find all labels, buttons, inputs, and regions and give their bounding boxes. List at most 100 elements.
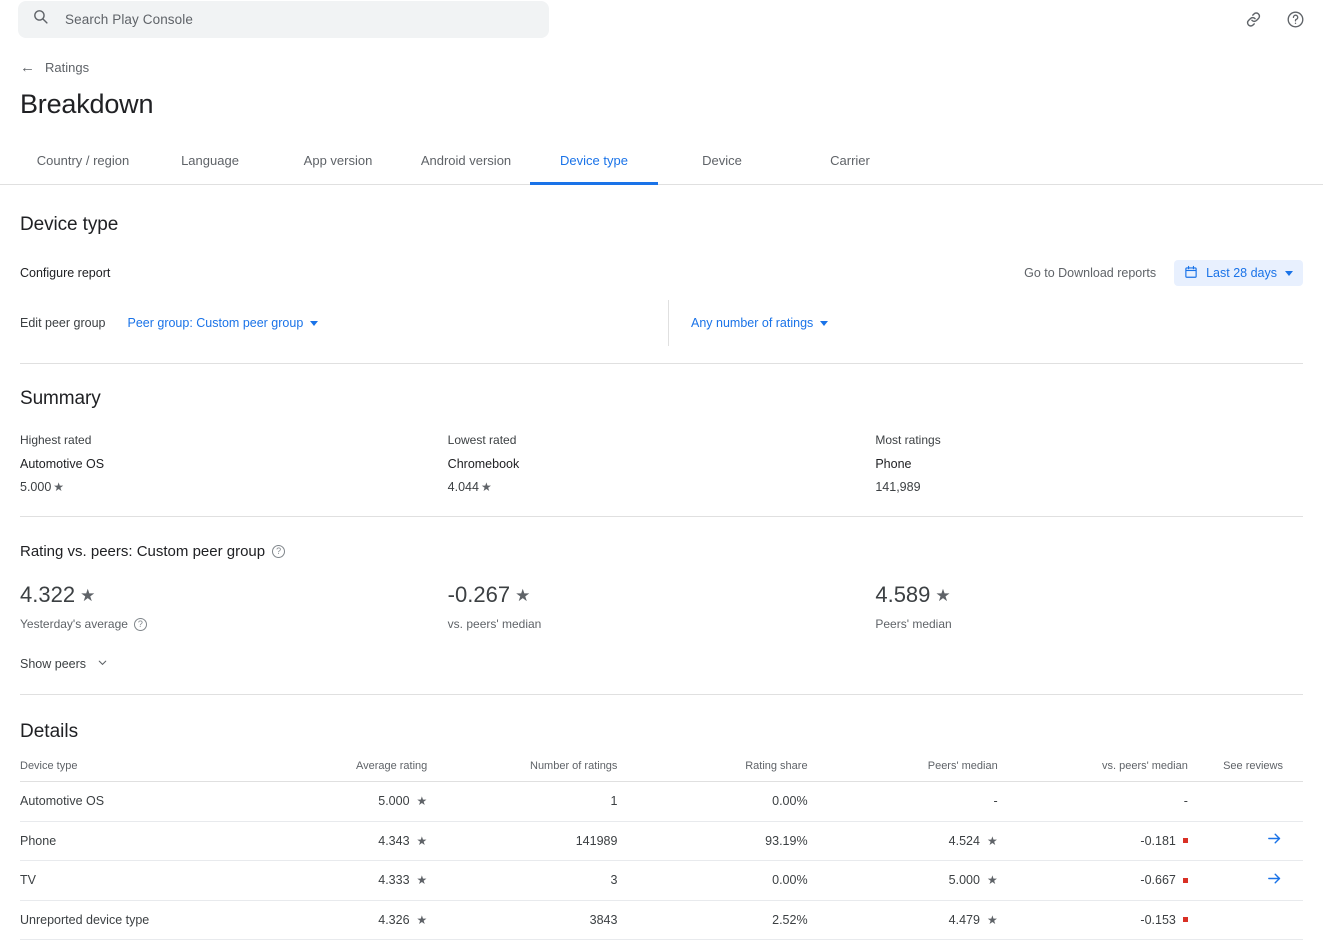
table-row[interactable]: Tablet4.303★64794.25%4.483★-0.179	[20, 940, 1303, 946]
breadcrumb-back-ratings[interactable]: ← Ratings	[20, 60, 89, 75]
star-icon: ★	[935, 587, 950, 604]
cell-rating-share: 0.00%	[617, 782, 807, 822]
cell-average-rating: 4.333★	[315, 861, 427, 901]
summary-value-name: Phone	[875, 457, 1303, 471]
tab-device-type[interactable]: Device type	[530, 146, 658, 185]
help-icon[interactable]: ?	[272, 545, 285, 558]
search-icon	[32, 8, 49, 30]
table-row[interactable]: Automotive OS5.000★10.00%--	[20, 782, 1303, 822]
section-title-device-type: Device type	[20, 214, 1303, 236]
tab-carrier[interactable]: Carrier	[786, 146, 914, 185]
column-header-vs-peers-median[interactable]: vs. peers' median	[998, 760, 1188, 782]
peer-metric-caption-text: Yesterday's average	[20, 617, 128, 631]
top-bar-actions	[1242, 8, 1306, 30]
column-header-average-rating[interactable]: Average rating	[315, 760, 427, 782]
column-header-rating-share[interactable]: Rating share	[617, 760, 807, 782]
top-bar: Search Play Console	[0, 0, 1323, 38]
tab-app-version[interactable]: App version	[274, 146, 402, 185]
summary-card-most-ratings: Most ratings Phone 141,989	[875, 433, 1303, 494]
cell-rating-share: 0.00%	[617, 861, 807, 901]
cell-see-reviews	[1188, 940, 1303, 946]
summary-grid: Highest rated Automotive OS 5.000 ★ Lowe…	[20, 433, 1303, 494]
arrow-left-icon: ←	[20, 60, 35, 75]
summary-value-name: Automotive OS	[20, 457, 448, 471]
cell-value: 5.000	[378, 794, 409, 808]
date-range-label: Last 28 days	[1206, 266, 1277, 280]
peer-metric-number: 4.589	[875, 582, 930, 608]
star-icon: ★	[987, 914, 998, 926]
help-icon[interactable]	[1284, 8, 1306, 30]
see-reviews-arrow-icon[interactable]	[1266, 830, 1283, 851]
table-row[interactable]: Phone4.343★14198993.19%4.524★-0.181	[20, 821, 1303, 861]
date-range-picker[interactable]: Last 28 days	[1174, 260, 1303, 286]
cell-value: 4.333	[378, 873, 409, 887]
summary-value-rating: 4.044 ★	[448, 480, 876, 494]
peer-group-dropdown[interactable]: Peer group: Custom peer group	[127, 316, 318, 330]
cell-value: -0.153	[1140, 913, 1175, 927]
table-header-row: Device type Average rating Number of rat…	[20, 760, 1303, 782]
cell-peers-median: -	[808, 782, 998, 822]
star-icon: ★	[417, 835, 428, 847]
cell-value: 4.326	[378, 913, 409, 927]
cell-see-reviews	[1188, 821, 1303, 861]
peer-metric-value: -0.267 ★	[448, 582, 876, 608]
cell-peers-median: 5.000★	[808, 861, 998, 901]
link-icon[interactable]	[1242, 8, 1264, 30]
ratings-count-label: Any number of ratings	[691, 316, 813, 330]
chevron-down-icon	[96, 656, 109, 672]
help-icon[interactable]: ?	[134, 618, 147, 631]
search-placeholder-text: Search Play Console	[65, 12, 193, 27]
column-header-peers-median[interactable]: Peers' median	[808, 760, 998, 782]
cell-average-rating: 4.343★	[315, 821, 427, 861]
star-icon: ★	[515, 587, 530, 604]
show-peers-label: Show peers	[20, 657, 86, 671]
ratings-count-dropdown[interactable]: Any number of ratings	[691, 316, 828, 330]
cell-value: 141989	[576, 834, 618, 848]
tab-language[interactable]: Language	[146, 146, 274, 185]
table-row[interactable]: TV4.333★30.00%5.000★-0.667	[20, 861, 1303, 901]
peer-metric-caption-text: Peers' median	[875, 617, 951, 631]
peers-heading-row: Rating vs. peers: Custom peer group ?	[20, 543, 1303, 560]
peer-metric-caption: Peers' median	[875, 617, 1303, 631]
cell-number-of-ratings: 3	[427, 861, 617, 901]
breadcrumb-label: Ratings	[45, 60, 89, 75]
cell-value: 3843	[590, 913, 618, 927]
see-reviews-arrow-icon[interactable]	[1266, 870, 1283, 891]
cell-average-rating: 4.303★	[315, 940, 427, 946]
chevron-down-icon	[820, 321, 828, 326]
cell-number-of-ratings: 3843	[427, 900, 617, 940]
download-reports-link[interactable]: Go to Download reports	[1024, 266, 1156, 280]
cell-value: Phone	[20, 834, 56, 848]
cell-vs-peers-median: -0.179	[998, 940, 1188, 946]
tab-device[interactable]: Device	[658, 146, 786, 185]
column-header-device-type[interactable]: Device type	[20, 760, 315, 782]
edit-peer-group-label: Edit peer group	[20, 316, 105, 330]
star-icon: ★	[80, 587, 95, 604]
summary-rating-number: 4.044	[448, 480, 479, 494]
details-heading: Details	[20, 721, 1303, 743]
table-row[interactable]: Unreported device type4.326★38432.52%4.4…	[20, 900, 1303, 940]
peer-metric-peers-median: 4.589 ★ Peers' median	[875, 582, 1303, 631]
star-icon: ★	[987, 874, 998, 886]
cell-see-reviews	[1188, 861, 1303, 901]
tab-android-version[interactable]: Android version	[402, 146, 530, 185]
cell-number-of-ratings: 141989	[427, 821, 617, 861]
report-filters: Edit peer group Peer group: Custom peer …	[20, 305, 1303, 341]
search-input[interactable]: Search Play Console	[18, 1, 549, 38]
peer-metric-number: -0.267	[448, 582, 510, 608]
cell-value: -0.181	[1140, 834, 1175, 848]
peer-metric-caption: vs. peers' median	[448, 617, 876, 631]
tab-country-region[interactable]: Country / region	[20, 146, 146, 185]
page-title: Breakdown	[20, 89, 1323, 120]
cell-value: 4.479	[949, 913, 980, 927]
cell-device-type: Unreported device type	[20, 900, 315, 940]
filters-divider	[20, 363, 1303, 364]
filter-vertical-divider	[668, 300, 669, 346]
show-peers-toggle[interactable]: Show peers	[20, 656, 109, 672]
column-header-number-of-ratings[interactable]: Number of ratings	[427, 760, 617, 782]
breakdown-tabs: Country / region Language App version An…	[0, 146, 1323, 185]
summary-card-highest-rated: Highest rated Automotive OS 5.000 ★	[20, 433, 448, 494]
cell-value: Automotive OS	[20, 794, 104, 808]
cell-rating-share: 4.25%	[617, 940, 807, 946]
peer-metric-number: 4.322	[20, 582, 75, 608]
